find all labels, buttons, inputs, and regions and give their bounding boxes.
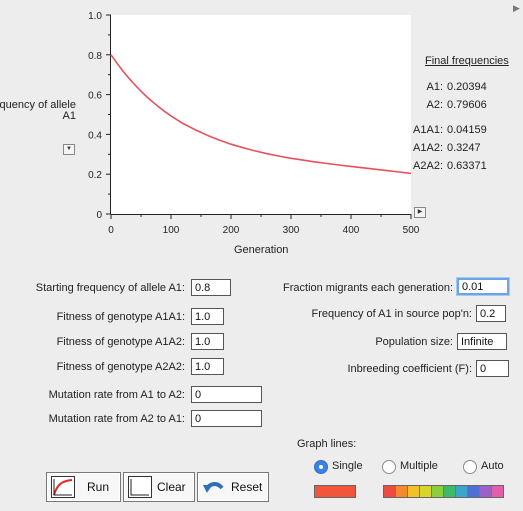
source-freq-input[interactable] — [476, 305, 506, 322]
radio-auto-label: Auto — [481, 460, 504, 472]
y-tick-label: 0.2 — [88, 170, 102, 181]
frequency-chart: 0 0.2 0.4 0.6 0.8 1.0 0 100 200 300 400 500 — [88, 11, 420, 236]
x-tick-label: 0 — [108, 225, 114, 236]
source-freq-label: Frequency of A1 in source pop'n: — [311, 308, 472, 320]
radio-single-label: Single — [332, 460, 363, 472]
mutation-a2-to-a1-input[interactable] — [191, 410, 262, 427]
palette-color-5[interactable] — [431, 486, 443, 497]
graph-lines-label: Graph lines: — [297, 438, 357, 450]
migrants-label: Fraction migrants each generation: — [283, 282, 453, 294]
run-button[interactable]: Run — [46, 472, 121, 502]
single-color-swatch[interactable] — [314, 485, 356, 498]
fitness-a1a1-label: Fitness of genotype A1A1: — [56, 311, 185, 323]
fitness-a2a2-label: Fitness of genotype A2A2: — [56, 361, 185, 373]
palette-color-3[interactable] — [407, 486, 419, 497]
palette-color-9[interactable] — [479, 486, 491, 497]
y-axis-toggle-button[interactable]: ▼ — [63, 144, 75, 155]
final-a1a1-value: 0.04159 — [447, 124, 487, 136]
palette-color-7[interactable] — [455, 486, 467, 497]
final-frequencies-title: Final frequencies — [425, 55, 509, 67]
radio-single[interactable] — [314, 460, 328, 474]
x-tick-label: 100 — [163, 225, 180, 236]
reset-arrow-icon — [202, 476, 226, 498]
palette-color-4[interactable] — [419, 486, 431, 497]
panel-collapse-arrow-icon[interactable]: ▶ — [513, 3, 520, 14]
final-a2a2-value: 0.63371 — [447, 160, 487, 172]
plot-area — [111, 15, 411, 214]
final-a1a1-label: A1A1: — [413, 124, 443, 136]
x-tick-label: 400 — [343, 225, 360, 236]
palette-color-1[interactable] — [384, 486, 395, 497]
clear-button[interactable]: Clear — [123, 472, 195, 502]
multiple-color-palette[interactable] — [383, 485, 504, 498]
y-tick-label: 0.6 — [88, 91, 102, 102]
palette-color-2[interactable] — [395, 486, 407, 497]
fitness-a1a2-input[interactable] — [191, 333, 224, 350]
run-button-label: Run — [87, 480, 110, 494]
clear-blank-icon — [128, 476, 152, 498]
y-tick-label: 0 — [96, 210, 102, 221]
fitness-a2a2-input[interactable] — [191, 358, 224, 375]
reset-button[interactable]: Reset — [197, 472, 269, 502]
y-tick-label: 1.0 — [88, 11, 102, 22]
x-tick-label: 200 — [223, 225, 240, 236]
palette-color-8[interactable] — [467, 486, 479, 497]
fitness-a1a2-label: Fitness of genotype A1A2: — [56, 336, 185, 348]
radio-auto[interactable] — [463, 460, 477, 474]
start-freq-input[interactable] — [191, 279, 231, 296]
final-a1a2-label: A1A2: — [413, 142, 443, 154]
y-axis-label-line2: A1 — [62, 110, 76, 122]
palette-color-6[interactable] — [443, 486, 455, 497]
x-tick-label: 300 — [283, 225, 300, 236]
radio-multiple-label: Multiple — [400, 460, 438, 472]
fitness-a1a1-input[interactable] — [191, 308, 224, 325]
x-axis-label: Generation — [234, 244, 289, 256]
run-curve-icon — [51, 476, 75, 498]
final-a1a2-value: 0.3247 — [447, 142, 481, 154]
reset-button-label: Reset — [231, 480, 263, 494]
start-freq-label: Starting frequency of allele A1: — [35, 282, 185, 294]
radio-multiple[interactable] — [382, 460, 396, 474]
pop-size-input[interactable] — [457, 333, 507, 350]
clear-button-label: Clear — [157, 480, 186, 494]
final-a2a2-label: A2A2: — [413, 160, 443, 172]
final-a1-value: 0.20394 — [447, 81, 487, 93]
pop-size-label: Population size: — [375, 336, 453, 348]
final-a1-label: A1: — [426, 81, 443, 93]
mutation-a1-to-a2-label: Mutation rate from A1 to A2: — [48, 389, 185, 401]
y-tick-label: 0.4 — [88, 130, 102, 141]
inbreeding-label: Inbreeding coefficient (F): — [347, 363, 472, 375]
inbreeding-input[interactable] — [476, 360, 509, 377]
x-axis-toggle-button[interactable]: ▶ — [414, 207, 426, 218]
migrants-input[interactable] — [457, 278, 509, 295]
x-tick-label: 500 — [403, 225, 420, 236]
final-a2-value: 0.79606 — [447, 99, 487, 111]
palette-color-10[interactable] — [491, 486, 503, 497]
y-tick-label: 0.8 — [88, 51, 102, 62]
mutation-a1-to-a2-input[interactable] — [191, 386, 262, 403]
final-a2-label: A2: — [426, 99, 443, 111]
mutation-a2-to-a1-label: Mutation rate from A2 to A1: — [48, 413, 185, 425]
